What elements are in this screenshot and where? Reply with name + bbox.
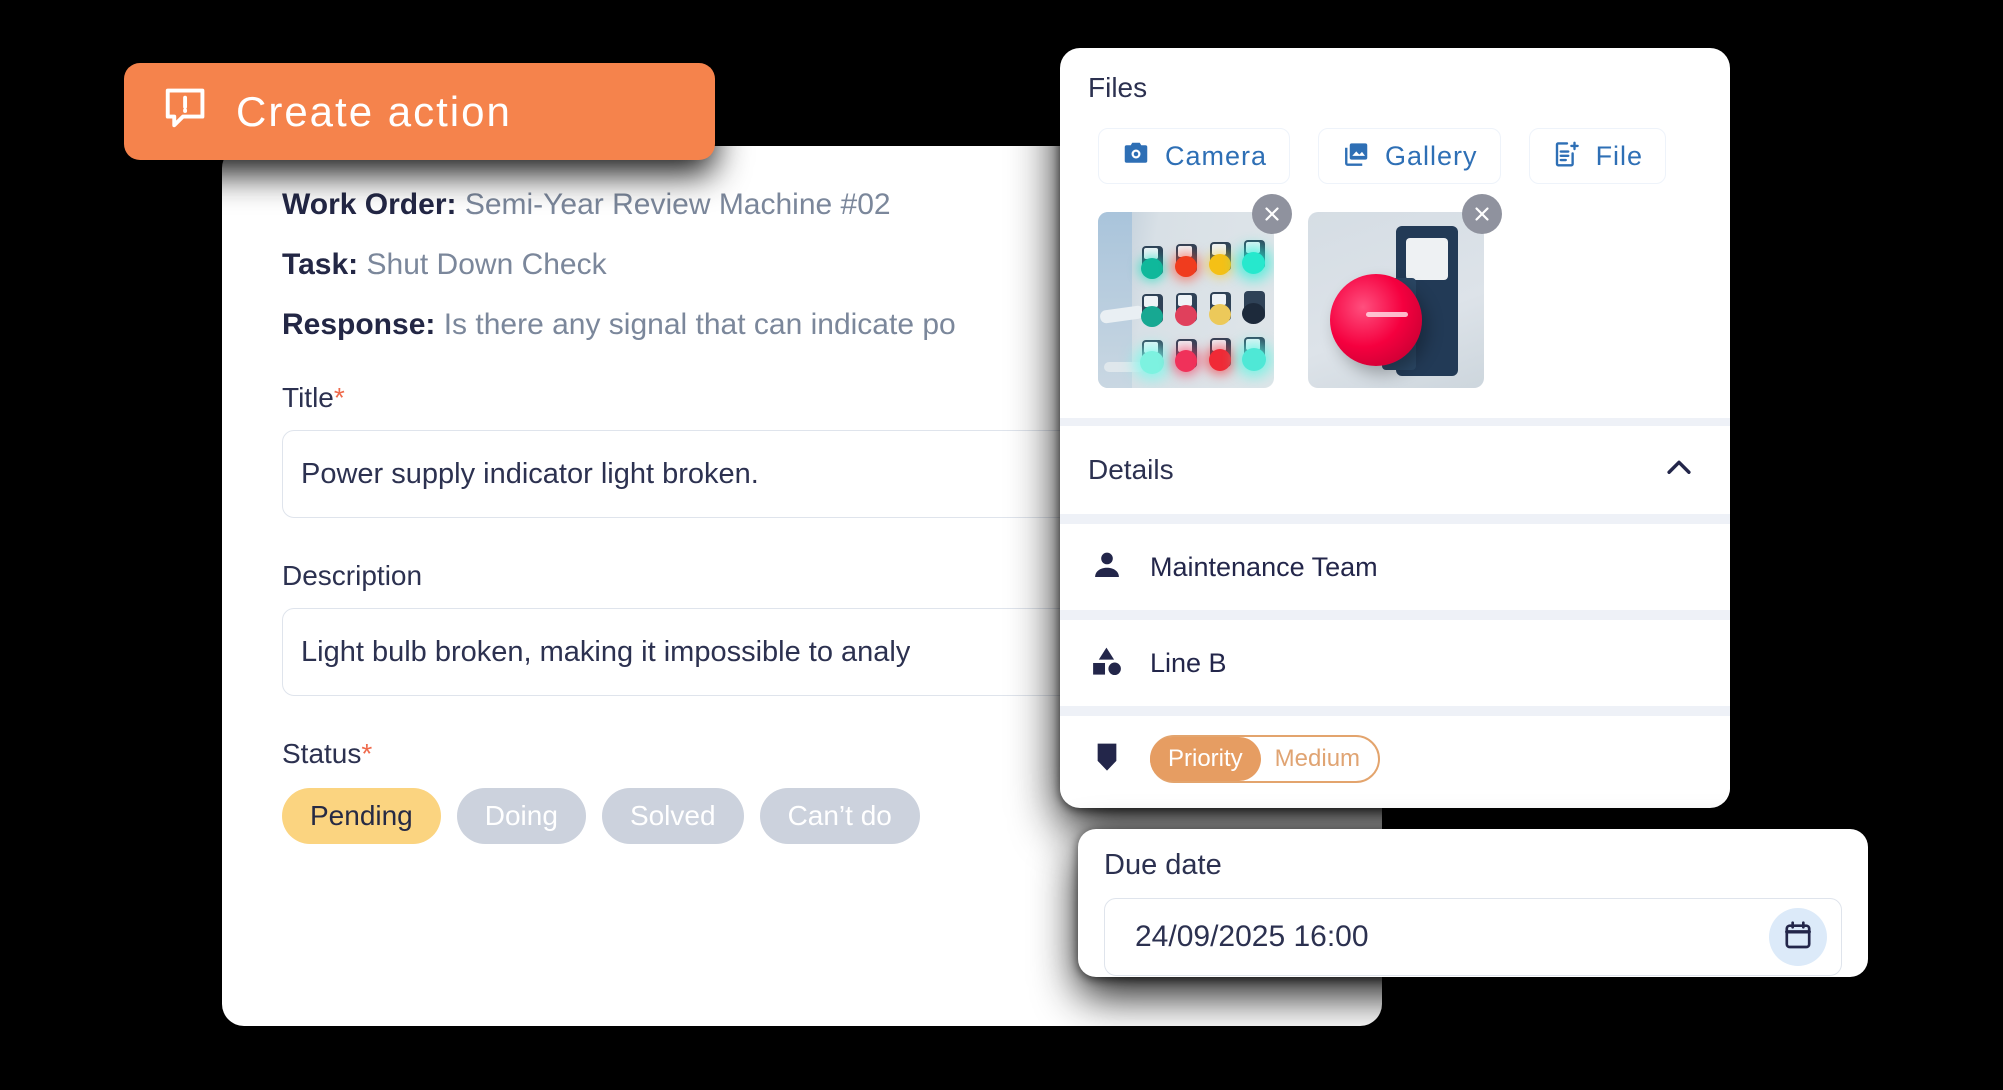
attachment-thumbnail-2[interactable] bbox=[1308, 212, 1484, 388]
camera-button[interactable]: Camera bbox=[1098, 128, 1291, 184]
due-date-input[interactable]: 24/09/2025 16:00 bbox=[1104, 898, 1842, 976]
panel-divider bbox=[1060, 418, 1730, 426]
status-label-text: Status bbox=[282, 738, 362, 769]
status-option-pending[interactable]: Pending bbox=[282, 788, 441, 844]
status-option-cant-do[interactable]: Can’t do bbox=[759, 788, 920, 844]
meta-response-label: Response: bbox=[282, 308, 436, 341]
title-required-mark: * bbox=[333, 382, 345, 413]
priority-badge-value: Medium bbox=[1274, 745, 1361, 772]
camera-button-label: Camera bbox=[1165, 140, 1268, 171]
close-icon bbox=[1261, 203, 1283, 225]
file-button[interactable]: File bbox=[1528, 128, 1667, 184]
detail-location-label: Line B bbox=[1150, 647, 1227, 678]
meta-response-value: Is there any signal that can indicate po bbox=[443, 308, 956, 341]
priority-badge[interactable]: Priority Medium bbox=[1150, 735, 1381, 783]
meta-task-value: Shut Down Check bbox=[366, 248, 607, 281]
gallery-button[interactable]: Gallery bbox=[1318, 128, 1501, 184]
attachment-thumbnail-1[interactable] bbox=[1098, 212, 1274, 388]
title-label-text: Title bbox=[282, 382, 334, 413]
details-divider-2 bbox=[1060, 610, 1730, 618]
detail-row-priority[interactable]: Priority Medium bbox=[1060, 714, 1730, 802]
status-option-solved[interactable]: Solved bbox=[601, 788, 744, 844]
shield-icon bbox=[1090, 740, 1124, 779]
camera-icon bbox=[1121, 139, 1151, 174]
status-option-doing[interactable]: Doing bbox=[456, 788, 586, 844]
create-action-button[interactable]: Create action bbox=[124, 63, 715, 160]
status-required-mark: * bbox=[361, 738, 373, 769]
detail-row-location[interactable]: Line B bbox=[1060, 618, 1730, 706]
calendar-picker-button[interactable] bbox=[1769, 908, 1827, 966]
file-add-icon bbox=[1552, 139, 1582, 174]
shapes-icon bbox=[1090, 644, 1124, 683]
attachment-item-1 bbox=[1098, 194, 1292, 388]
attachment-thumbnails bbox=[1060, 184, 1730, 388]
close-icon bbox=[1471, 203, 1493, 225]
file-button-label: File bbox=[1595, 140, 1644, 171]
attachment-item-2 bbox=[1308, 194, 1502, 388]
due-date-value: 24/09/2025 16:00 bbox=[1135, 920, 1369, 953]
meta-work-order-label: Work Order: bbox=[282, 188, 457, 221]
gallery-image-icon bbox=[1341, 139, 1371, 174]
priority-badge-key: Priority bbox=[1150, 737, 1261, 781]
person-icon bbox=[1090, 548, 1124, 587]
details-title: Details bbox=[1088, 454, 1174, 485]
screen: Work Order: Semi-Year Review Machine #02… bbox=[0, 0, 2003, 1090]
remove-attachment-2-button[interactable] bbox=[1462, 194, 1502, 234]
files-panel-title: Files bbox=[1088, 72, 1148, 103]
details-divider-1 bbox=[1060, 514, 1730, 522]
due-date-title: Due date bbox=[1104, 849, 1222, 881]
meta-task-label: Task: bbox=[282, 248, 359, 281]
create-action-label: Create action bbox=[236, 87, 512, 135]
description-input-value: Light bulb broken, making it impossible … bbox=[301, 635, 911, 668]
details-divider-3 bbox=[1060, 706, 1730, 714]
file-source-buttons: Camera Gallery File bbox=[1060, 104, 1730, 184]
chevron-up-icon[interactable] bbox=[1662, 451, 1696, 490]
due-date-card: Due date 24/09/2025 16:00 bbox=[1078, 829, 1868, 977]
remove-attachment-1-button[interactable] bbox=[1252, 194, 1292, 234]
calendar-icon bbox=[1782, 919, 1814, 956]
meta-work-order-value: Semi-Year Review Machine #02 bbox=[464, 188, 891, 221]
details-section-header[interactable]: Details bbox=[1060, 426, 1730, 514]
files-details-panel: Files Camera Gallery File Details Mainte… bbox=[1060, 48, 1730, 808]
title-input-value: Power supply indicator light broken. bbox=[301, 457, 759, 490]
detail-row-assignee[interactable]: Maintenance Team bbox=[1060, 522, 1730, 610]
detail-assignee-label: Maintenance Team bbox=[1150, 551, 1378, 582]
alert-message-icon bbox=[158, 83, 210, 140]
gallery-button-label: Gallery bbox=[1385, 140, 1478, 171]
